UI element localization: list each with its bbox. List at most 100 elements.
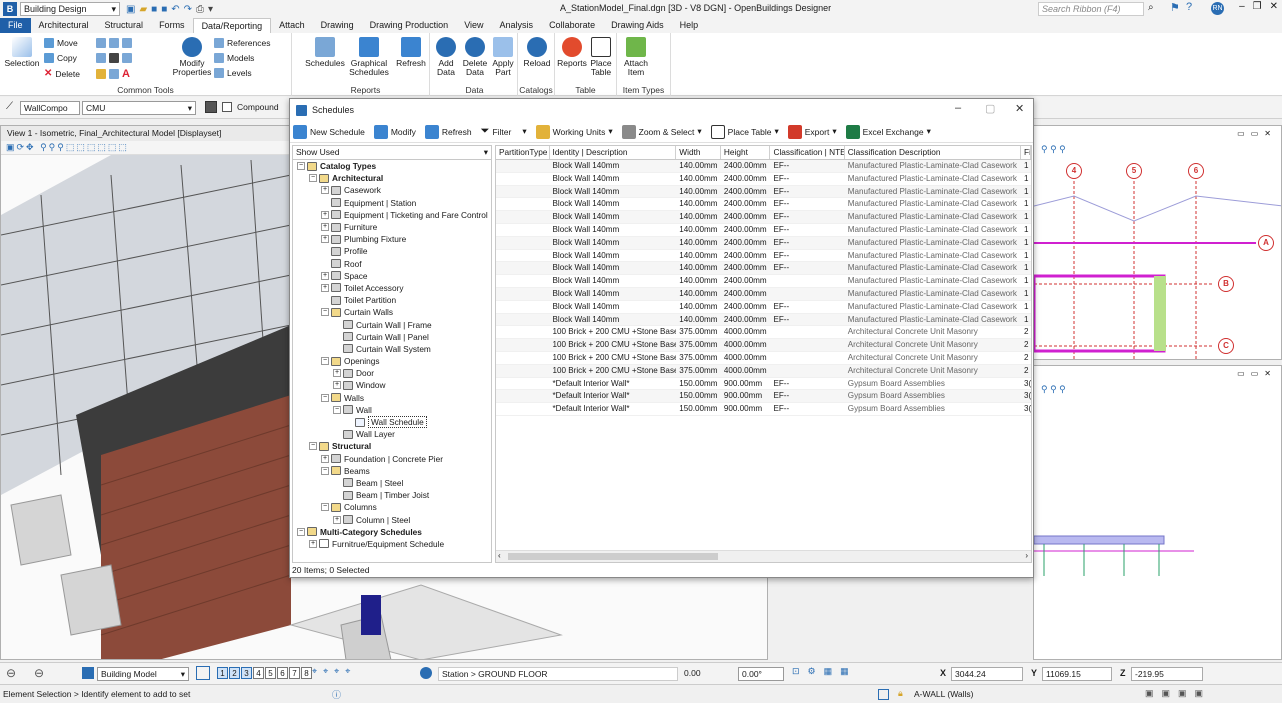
tab-drawing[interactable]: Drawing [313, 18, 362, 33]
scrollbar-thumb[interactable] [508, 553, 718, 560]
tab-help[interactable]: Help [672, 18, 707, 33]
copy-button[interactable]: Copy [44, 53, 77, 63]
table-row[interactable]: Block Wall 140mm 140.00mm 2400.00mm EF-- Man… [496, 198, 1031, 212]
tree-item[interactable]: + Equipment | Ticketing and Fare Control [293, 209, 491, 221]
tab-drawing-production[interactable]: Drawing Production [362, 18, 457, 33]
dialog-minimize-icon[interactable]: – [955, 102, 961, 114]
tree-item[interactable]: − Openings [293, 355, 491, 367]
scroll-right-icon[interactable]: › [1025, 551, 1028, 560]
notifications-icon[interactable]: ⚑ [1170, 1, 1180, 14]
table-row[interactable]: Block Wall 140mm 140.00mm 2400.00mm EF-- Man… [496, 173, 1031, 186]
accudraw-icons[interactable]: ⊡⚙▦▦ [792, 666, 857, 677]
delete-data-button[interactable]: Delete Data [460, 37, 490, 77]
redo-icon[interactable]: ↷ [184, 4, 192, 15]
compound-checkbox[interactable] [222, 102, 232, 112]
tree-item[interactable]: − Architectural [293, 172, 491, 184]
tree-item[interactable]: Toilet Partition [293, 294, 491, 306]
table-row[interactable]: Block Wall 140mm 140.00mm 2400.00mm EF-- Man… [496, 160, 1031, 173]
lock-icon[interactable]: 🔒︎ [898, 688, 903, 699]
column-header[interactable]: Classification Description [845, 146, 1022, 159]
view-5-button[interactable]: 5 [265, 667, 276, 679]
print-icon[interactable]: ⎙ [196, 4, 204, 15]
tab-drawing-aids[interactable]: Drawing Aids [603, 18, 672, 33]
schedules-button[interactable]: Schedules [305, 37, 345, 68]
status-icons[interactable]: ▣▣▣▣ [1145, 688, 1211, 699]
tab-view[interactable]: View [456, 18, 491, 33]
levels-button[interactable]: Levels [214, 68, 252, 78]
view-groups-icon[interactable] [196, 666, 210, 680]
new-schedule-button[interactable]: New Schedule [293, 124, 365, 139]
expand-icon[interactable]: + [333, 515, 341, 524]
material-select[interactable]: CMU ▾ [82, 101, 196, 115]
view-6-button[interactable]: 6 [277, 667, 288, 679]
table-row[interactable]: *Default Interior Wall* 150.00mm 900.00mm E… [496, 390, 1031, 404]
collapse-icon[interactable]: − [333, 405, 341, 414]
view-2-button[interactable]: 2 [229, 667, 240, 679]
delete-button[interactable]: ✕ Delete [44, 68, 80, 79]
forward-icon[interactable]: ⊖ [34, 666, 44, 680]
modify-properties-button[interactable]: Modify Properties [172, 37, 212, 77]
save-all-icon[interactable]: ■ [161, 4, 167, 15]
snap-icons[interactable]: ⌖⌖⌖⌖ [312, 666, 356, 677]
tree-item[interactable]: − Beams [293, 465, 491, 477]
tree-item[interactable]: + Window [293, 379, 491, 391]
table-row[interactable]: Block Wall 140mm 140.00mm 2400.00mm EF-- Man… [496, 250, 1031, 263]
view-3-elevation[interactable]: ⚲ ⚲ ⚲ ▭▭✕ [1033, 365, 1282, 660]
view-1-button[interactable]: 1 [217, 667, 228, 679]
export-button[interactable]: Export ▾ [787, 124, 837, 139]
apply-part-button[interactable]: Apply Part [489, 37, 517, 77]
floor-select[interactable]: Station > GROUND FLOOR [438, 667, 678, 681]
table-row[interactable]: 100 Brick + 200 CMU +Stone Base 375.00mm 4… [496, 339, 1031, 352]
modify-button[interactable]: Modify [373, 124, 416, 139]
refresh-button[interactable]: Refresh [394, 37, 428, 68]
customize-qat-icon[interactable]: ▾ [208, 4, 213, 15]
expand-icon[interactable]: + [321, 210, 329, 219]
tree-item[interactable]: − Catalog Types [293, 160, 491, 172]
collapse-icon[interactable]: − [309, 174, 317, 183]
tree-item[interactable]: Curtain Wall | Panel [293, 331, 491, 343]
tree-item[interactable]: + Furnitrue/Equipment Schedule [293, 538, 491, 550]
tree-item[interactable]: − Structural [293, 440, 491, 452]
undo-icon[interactable]: ↶ [171, 4, 179, 15]
column-header[interactable]: Fi [1021, 146, 1031, 159]
floor-icon[interactable] [420, 667, 432, 679]
tree-item[interactable]: + Plumbing Fixture [293, 233, 491, 245]
wall-style-select[interactable]: WallCompo [20, 101, 80, 115]
tree-item[interactable]: + Toilet Accessory [293, 282, 491, 294]
tree-item[interactable]: Wall Schedule [293, 416, 491, 429]
tree-item[interactable]: + Space [293, 270, 491, 282]
collapse-icon[interactable]: − [321, 503, 329, 512]
expand-icon[interactable]: + [309, 539, 317, 548]
active-level[interactable]: A-WALL (Walls) [914, 689, 974, 699]
expand-icon[interactable]: + [321, 186, 329, 195]
table-row[interactable]: Block Wall 140mm 140.00mm 2400.00mm EF-- Man… [496, 236, 1031, 250]
tab-file[interactable]: File [0, 18, 31, 33]
expand-icon[interactable]: + [333, 369, 341, 378]
view-controls-icons[interactable]: ▣⟳✥ ⚲⚲⚲⬚⬚⬚⬚⬚⬚ [6, 142, 129, 153]
tree-item[interactable]: + Casework [293, 184, 491, 196]
tab-structural[interactable]: Structural [97, 18, 152, 33]
references-button[interactable]: References [214, 38, 270, 48]
snap-mode-icon[interactable] [878, 689, 889, 700]
tree-item[interactable]: + Door [293, 367, 491, 379]
tree-item[interactable]: − Wall [293, 404, 491, 416]
app-logo-icon[interactable]: B [3, 2, 17, 16]
table-row[interactable]: 100 Brick + 200 CMU +Stone Base 375.00mm 4… [496, 364, 1031, 378]
table-row[interactable]: Block Wall 140mm 140.00mm 2400.00mm EF-- Man… [496, 185, 1031, 199]
manipulate-tools-row1[interactable] [96, 38, 132, 48]
z-coordinate-field[interactable]: -219.95 [1131, 667, 1203, 681]
table-row[interactable]: 100 Brick + 200 CMU +Stone Base 375.00mm 4… [496, 326, 1031, 340]
folder-icon[interactable]: ▰ [139, 4, 147, 15]
column-header[interactable]: Width [676, 146, 721, 159]
schedules-dialog-titlebar[interactable]: Schedules [290, 99, 1033, 121]
tree-item[interactable]: − Multi-Category Schedules [293, 526, 491, 538]
expand-icon[interactable]: + [321, 235, 329, 244]
place-table-button[interactable]: Place Table [587, 37, 615, 77]
tab-analysis[interactable]: Analysis [492, 18, 542, 33]
table-row[interactable]: Block Wall 140mm 140.00mm 2400.00mm Manufac… [496, 275, 1031, 288]
dialog-close-icon[interactable]: ✕ [1015, 102, 1024, 115]
collapse-icon[interactable]: − [321, 466, 329, 475]
collapse-icon[interactable]: − [297, 527, 305, 536]
column-header[interactable]: Classification | NTE [770, 146, 845, 159]
back-icon[interactable]: ⊖ [6, 666, 16, 680]
